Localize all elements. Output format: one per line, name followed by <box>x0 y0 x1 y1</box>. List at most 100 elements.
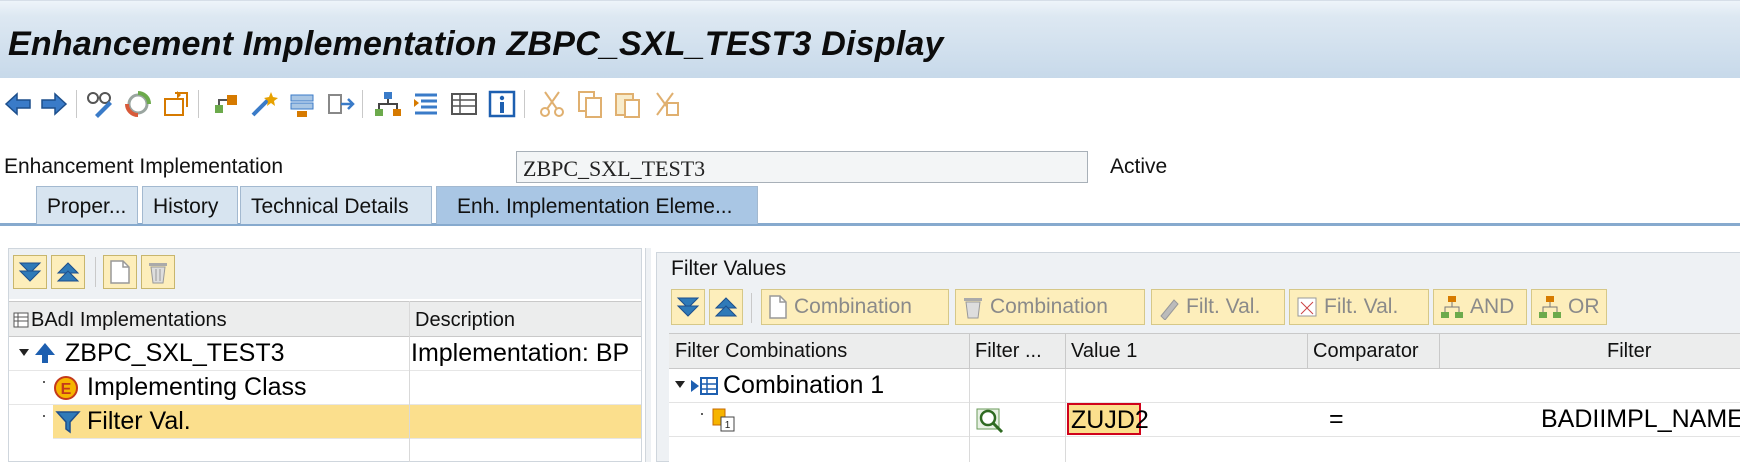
delete-button[interactable] <box>141 255 175 289</box>
expand-all-icon <box>18 262 42 282</box>
tree-bullet: · <box>699 403 705 423</box>
back-arrow-icon[interactable] <box>2 88 34 120</box>
combination-icon <box>691 377 718 395</box>
glasses-pencil-icon[interactable] <box>84 88 116 120</box>
expand-triangle-icon[interactable] <box>19 349 29 357</box>
toolbar-separator <box>751 293 752 323</box>
pane-splitter[interactable] <box>645 248 651 462</box>
tab-history[interactable]: History <box>142 186 238 224</box>
magic-wand-icon[interactable] <box>248 88 280 120</box>
copy-icon[interactable] <box>574 88 606 120</box>
collapse-all-button[interactable] <box>51 255 85 289</box>
tab-enh-implementation-elements[interactable]: Enh. Implementation Eleme... <box>436 186 758 224</box>
tab-label: Technical Details <box>251 195 409 218</box>
expand-triangle-icon[interactable] <box>675 381 685 389</box>
tree-row-filter-val[interactable]: Filter Val. <box>53 405 641 439</box>
table-row[interactable]: Combination 1 <box>669 369 1740 403</box>
indent-icon[interactable] <box>410 88 442 120</box>
filter-value-icon: 1 <box>712 408 735 432</box>
delete-filter-value-button[interactable]: Filt. Val. <box>1289 289 1429 325</box>
filter-name-cell: BADIIMPL_NAME <box>1541 405 1740 433</box>
button-label: Filt. Val. <box>1324 295 1399 318</box>
where-used-icon[interactable] <box>210 88 242 120</box>
enhancement-implementation-label: Enhancement Implementation <box>4 155 283 178</box>
and-button[interactable]: AND <box>1433 289 1527 325</box>
column-header-badi-implementations[interactable]: BAdI Implementations <box>31 302 227 336</box>
toolbar-separator <box>95 257 96 287</box>
column-header-filter[interactable]: Filter ... <box>975 334 1042 368</box>
create-button[interactable] <box>103 255 137 289</box>
column-divider <box>1307 334 1308 368</box>
expand-all-button[interactable] <box>13 255 47 289</box>
delete-value-icon <box>1297 297 1317 317</box>
column-header-comparator[interactable]: Comparator <box>1313 334 1419 368</box>
tree-row-badi-impl[interactable]: ZBPC_SXL_TEST3 Implementation: BP <box>9 337 641 371</box>
expand-all-button[interactable] <box>671 289 705 325</box>
combination-name: Combination 1 <box>723 371 885 399</box>
button-label: Combination <box>990 295 1108 318</box>
column-divider <box>1439 334 1440 368</box>
column-header-filter-combinations[interactable]: Filter Combinations <box>675 334 847 368</box>
filter-toolbar: Combination Combination Filt. Val. Filt.… <box>657 287 1740 329</box>
undo-cut-icon[interactable] <box>650 88 682 120</box>
tab-technical-details[interactable]: Technical Details <box>240 186 432 224</box>
stack-icon[interactable] <box>286 88 318 120</box>
tab-properties[interactable]: Proper... <box>36 186 138 224</box>
or-button[interactable]: OR <box>1531 289 1607 325</box>
tree-column-divider <box>409 301 410 462</box>
svg-text:1: 1 <box>725 420 731 431</box>
collapse-all-button[interactable] <box>709 289 743 325</box>
paste-icon[interactable] <box>612 88 644 120</box>
pencil-icon <box>1160 299 1179 320</box>
forward-arrow-icon[interactable] <box>38 88 70 120</box>
or-hierarchy-icon <box>1539 296 1561 318</box>
info-icon[interactable] <box>486 88 518 120</box>
tab-label: Proper... <box>47 195 127 218</box>
title-bar: Enhancement Implementation ZBPC_SXL_TEST… <box>0 0 1740 78</box>
trash-icon <box>149 263 167 284</box>
toolbar-separator <box>76 90 77 118</box>
column-header-description[interactable]: Description <box>415 302 515 336</box>
change-filter-value-button[interactable]: Filt. Val. <box>1151 289 1285 325</box>
delete-combination-button[interactable]: Combination <box>955 289 1145 325</box>
button-label: AND <box>1470 295 1515 318</box>
filter-grid-header: Filter Combinations Filter ... Value 1 C… <box>669 333 1740 369</box>
comparator-cell: = <box>1329 405 1344 433</box>
application-toolbar <box>0 78 1740 134</box>
and-hierarchy-icon <box>1441 296 1463 318</box>
column-header-value-1[interactable]: Value 1 <box>1071 334 1137 368</box>
status-text: Active <box>1110 155 1168 178</box>
create-combination-button[interactable]: Combination <box>761 289 949 325</box>
tab-label: Enh. Implementation Eleme... <box>457 195 733 218</box>
class-icon: E <box>54 376 78 400</box>
window-title: Enhancement Implementation ZBPC_SXL_TEST… <box>8 25 944 63</box>
column-divider <box>969 334 970 368</box>
value1-cell[interactable]: ZUJD2 <box>1067 403 1149 435</box>
column-header-filter-name[interactable]: Filter <box>1607 334 1651 368</box>
tree-row-implementing-class[interactable]: · E Implementing Class <box>9 371 641 405</box>
tree-bullet: · <box>41 371 47 391</box>
toolbar-separator <box>524 90 525 118</box>
button-label: Combination <box>794 295 912 318</box>
button-label: OR <box>1568 295 1600 318</box>
move-icon[interactable] <box>324 88 356 120</box>
list-view-icon[interactable] <box>448 88 480 120</box>
svg-text:E: E <box>61 381 72 398</box>
activate-icon[interactable] <box>122 88 154 120</box>
other-object-icon[interactable] <box>160 88 192 120</box>
collapse-all-icon <box>56 262 80 282</box>
magnifier-icon[interactable] <box>975 405 1005 435</box>
tree-item-name: Filter Val. <box>87 407 191 435</box>
toolbar-separator <box>198 90 199 118</box>
hierarchy-icon[interactable] <box>372 88 404 120</box>
tree-header: BAdI Implementations Description <box>9 301 641 337</box>
tree-item-name: Implementing Class <box>87 373 307 401</box>
table-row[interactable]: · 1 ZUJD2 = BADIIMPL_NAME <box>669 403 1740 437</box>
filter-icon <box>55 411 81 434</box>
tab-label: History <box>153 195 219 218</box>
column-settings-icon[interactable] <box>13 312 29 328</box>
cut-icon[interactable] <box>536 88 568 120</box>
expand-all-icon <box>676 297 700 317</box>
tree-item-name: ZBPC_SXL_TEST3 <box>65 339 285 367</box>
enhancement-implementation-field[interactable]: ZBPC_SXL_TEST3 <box>516 151 1088 183</box>
